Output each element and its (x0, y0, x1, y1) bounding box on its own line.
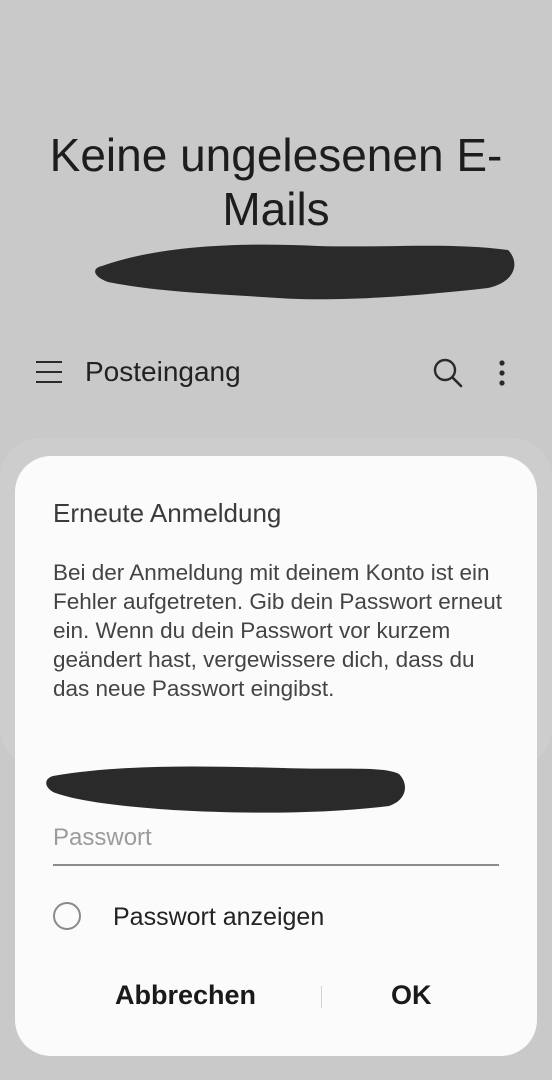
toolbar: Posteingang (0, 340, 552, 406)
redacted-email-scribble (95, 244, 515, 300)
dialog-message: Bei der Anmeldung mit deinem Konto ist e… (53, 560, 503, 701)
redacted-account-scribble (46, 766, 405, 813)
button-divider (321, 986, 322, 1008)
search-icon[interactable] (432, 357, 464, 389)
cancel-button[interactable]: Abbrechen (115, 980, 256, 1011)
folder-title: Posteingang (85, 356, 241, 387)
show-password-radio[interactable] (53, 902, 81, 930)
password-field (53, 816, 499, 866)
hamburger-icon[interactable] (36, 361, 62, 383)
show-password-label: Passwort anzeigen (113, 903, 325, 931)
password-input[interactable] (53, 820, 499, 856)
dialog-title: Erneute Anmeldung (53, 498, 282, 528)
empty-state-title: Keine ungelesenen E-Mails (49, 129, 503, 235)
show-password-toggle[interactable]: Passwort anzeigen (53, 898, 499, 942)
reauth-dialog: Erneute Anmeldung Bei der Anmeldung mit … (15, 456, 537, 1056)
ok-button[interactable]: OK (391, 980, 432, 1011)
more-vertical-icon[interactable] (492, 357, 512, 389)
